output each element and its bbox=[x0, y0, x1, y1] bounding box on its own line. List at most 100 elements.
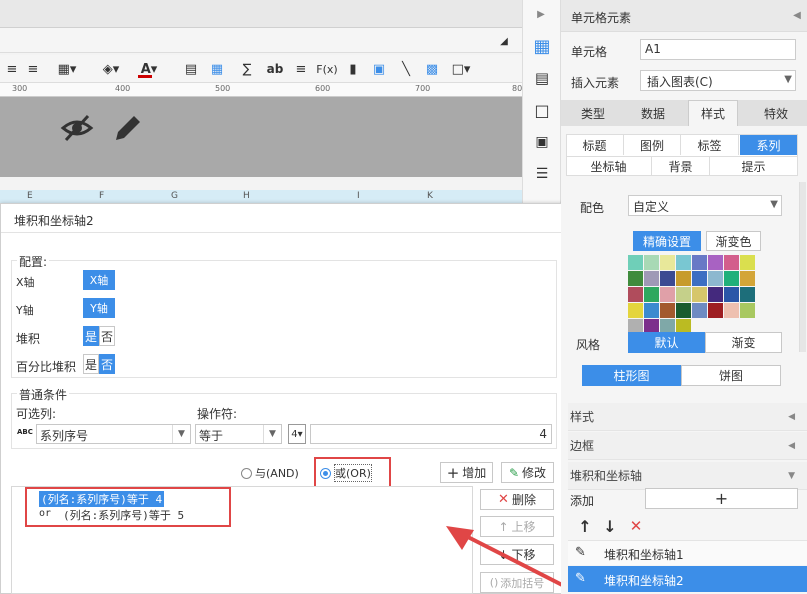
align-right-icon[interactable]: ≡ bbox=[25, 60, 41, 78]
sigma-icon[interactable]: ∑ bbox=[238, 60, 256, 78]
subtab-series[interactable]: 系列 bbox=[740, 135, 797, 155]
color-palette[interactable] bbox=[628, 255, 756, 334]
palette-swatch[interactable] bbox=[644, 255, 659, 270]
value-input[interactable]: 4 bbox=[310, 424, 552, 444]
subtab-label[interactable]: 标签 bbox=[681, 135, 739, 155]
style-gradient-button[interactable]: 渐变 bbox=[705, 332, 782, 353]
palette-swatch[interactable] bbox=[676, 271, 691, 286]
palette-swatch[interactable] bbox=[708, 271, 723, 286]
palette-swatch[interactable] bbox=[740, 271, 755, 286]
palette-swatch[interactable] bbox=[660, 303, 675, 318]
tab-type[interactable]: 类型 bbox=[568, 100, 618, 126]
palette-swatch[interactable] bbox=[628, 271, 643, 286]
palette-swatch[interactable] bbox=[708, 255, 723, 270]
image-icon[interactable]: ▣ bbox=[370, 60, 388, 78]
stack-no-button[interactable]: 否 bbox=[99, 326, 115, 346]
stack-yes-button[interactable]: 是 bbox=[83, 326, 99, 346]
column-header[interactable]: F bbox=[99, 191, 104, 201]
tab-style[interactable]: 样式 bbox=[688, 100, 738, 126]
grid-icon[interactable]: ▦ bbox=[208, 60, 226, 78]
tab-effect[interactable]: 特效 bbox=[750, 100, 802, 126]
move-item-up-icon[interactable]: ↑ bbox=[578, 517, 592, 536]
slash-icon[interactable]: ╲ bbox=[397, 60, 415, 78]
subtab-axis[interactable]: 坐标轴 bbox=[566, 156, 652, 176]
palette-swatch[interactable] bbox=[692, 255, 707, 270]
palette-swatch[interactable] bbox=[708, 303, 723, 318]
palette-swatch[interactable] bbox=[628, 255, 643, 270]
palette-swatch[interactable] bbox=[628, 287, 643, 302]
operator-select[interactable]: 等于 ▼ bbox=[195, 424, 282, 444]
bar-chart-button[interactable]: 柱形图 bbox=[582, 365, 681, 386]
palette-swatch[interactable] bbox=[708, 287, 723, 302]
delete-item-icon[interactable]: ✕ bbox=[628, 517, 644, 535]
edit-pencil-icon[interactable] bbox=[110, 112, 144, 144]
palette-swatch[interactable] bbox=[628, 303, 643, 318]
pie-chart-button[interactable]: 饼图 bbox=[681, 365, 781, 386]
border-icon[interactable]: ▦▾ bbox=[57, 60, 77, 78]
delete-button[interactable]: ✕ 删除 bbox=[480, 489, 554, 510]
bar-chart-icon[interactable]: ▮ bbox=[344, 60, 362, 78]
insert-select[interactable]: 插入图表(C) ▼ bbox=[640, 70, 796, 91]
palette-swatch[interactable] bbox=[692, 287, 707, 302]
collapse-arrow-icon[interactable]: ▶ bbox=[533, 6, 549, 22]
column-header[interactable]: I bbox=[357, 191, 360, 201]
subtab-background[interactable]: 背景 bbox=[652, 156, 710, 176]
style-default-button[interactable]: 默认 bbox=[628, 332, 705, 353]
stack-list-item-selected[interactable]: ✎ 堆积和坐标轴2 bbox=[568, 566, 807, 592]
and-radio[interactable]: 与(AND) bbox=[241, 465, 301, 481]
palette-swatch[interactable] bbox=[724, 303, 739, 318]
y-axis-button[interactable]: Y轴 bbox=[83, 298, 115, 318]
gradient-color-button[interactable]: 渐变色 bbox=[706, 231, 761, 251]
cell-input[interactable]: A1 bbox=[640, 39, 796, 60]
section-border[interactable]: 边框 ◀ bbox=[568, 432, 807, 460]
text-ab-icon[interactable]: ab bbox=[264, 60, 286, 78]
crop-icon[interactable]: □ bbox=[532, 100, 552, 120]
layers-icon[interactable]: ☰ bbox=[532, 164, 552, 184]
palette-swatch[interactable] bbox=[740, 287, 755, 302]
value-type-icon[interactable]: 4▾ bbox=[288, 424, 306, 444]
percent-stack-no-button[interactable]: 否 bbox=[99, 354, 115, 374]
section-stack-axis[interactable]: 堆积和坐标轴 ▼ bbox=[568, 462, 807, 490]
move-item-down-icon[interactable]: ↓ bbox=[603, 517, 617, 536]
cell-element-icon[interactable]: ▦ bbox=[532, 36, 552, 57]
cell-attr-icon[interactable]: ▤ bbox=[532, 68, 552, 88]
palette-swatch[interactable] bbox=[676, 303, 691, 318]
scrollbar[interactable] bbox=[799, 182, 806, 352]
palette-swatch[interactable] bbox=[644, 271, 659, 286]
palette-swatch[interactable] bbox=[660, 271, 675, 286]
palette-swatch[interactable] bbox=[724, 271, 739, 286]
add-condition-button[interactable]: + 增加 bbox=[440, 462, 493, 483]
formula-icon[interactable]: F(x) bbox=[316, 60, 338, 78]
form-icon[interactable]: ▩ bbox=[423, 60, 441, 78]
fill-color-icon[interactable]: ◈▾ bbox=[97, 60, 125, 78]
align-center-icon[interactable]: ≡ bbox=[4, 60, 20, 78]
palette-swatch[interactable] bbox=[660, 287, 675, 302]
paragraph-icon[interactable]: ≡ bbox=[292, 60, 310, 78]
frame-icon[interactable]: □▾ bbox=[449, 60, 473, 78]
palette-swatch[interactable] bbox=[644, 287, 659, 302]
section-style[interactable]: 样式 ◀ bbox=[568, 403, 807, 431]
widget-icon[interactable]: ▣ bbox=[532, 132, 552, 152]
subtab-tooltip[interactable]: 提示 bbox=[710, 156, 797, 176]
palette-swatch[interactable] bbox=[692, 271, 707, 286]
merge-cells-icon[interactable]: ▤ bbox=[182, 60, 200, 78]
palette-swatch[interactable] bbox=[676, 255, 691, 270]
subtab-legend[interactable]: 图例 bbox=[624, 135, 681, 155]
column-header[interactable]: H bbox=[243, 191, 250, 201]
optional-column-select[interactable]: 系列序号 ▼ bbox=[36, 424, 191, 444]
stack-list-item[interactable]: ✎ 堆积和坐标轴1 bbox=[568, 540, 807, 565]
column-header[interactable]: K bbox=[427, 191, 433, 201]
corner-arrow-icon[interactable]: ◢ bbox=[497, 34, 511, 48]
subtab-title[interactable]: 标题 bbox=[566, 135, 624, 155]
palette-swatch[interactable] bbox=[660, 255, 675, 270]
modify-condition-button[interactable]: ✎ 修改 bbox=[501, 462, 554, 483]
palette-swatch[interactable] bbox=[644, 303, 659, 318]
column-header[interactable]: E bbox=[27, 191, 33, 201]
palette-swatch[interactable] bbox=[724, 287, 739, 302]
x-axis-button[interactable]: X轴 bbox=[83, 270, 115, 290]
percent-stack-yes-button[interactable]: 是 bbox=[83, 354, 99, 374]
precise-setting-button[interactable]: 精确设置 bbox=[633, 231, 701, 251]
palette-swatch[interactable] bbox=[692, 303, 707, 318]
color-scheme-select[interactable]: 自定义 ▼ bbox=[628, 195, 782, 216]
column-header[interactable]: G bbox=[171, 191, 178, 201]
